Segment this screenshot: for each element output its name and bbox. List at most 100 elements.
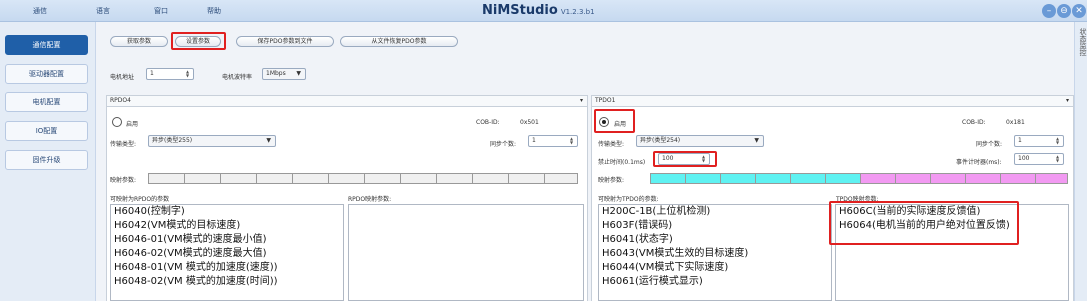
save-pdo-button[interactable]: 保存PDO参数到文件: [236, 36, 334, 47]
tpdo-transfer-label: 传输类型:: [598, 141, 625, 148]
rpdo-sync-spinner[interactable]: 1 ▲ ▼: [528, 135, 578, 147]
rpdo-mappable-label: 可映射为RPDO的参数: [110, 196, 170, 203]
app-title: NiMStudio V1.2.3.b1: [482, 3, 595, 18]
tpdo-sync-value: 1: [1018, 137, 1022, 144]
list-item[interactable]: H6048-02(VM 模式的加速度(时间)): [111, 275, 343, 289]
list-item[interactable]: H6044(VM模式下实际速度): [599, 261, 831, 275]
rpdo-title: RPDO4: [110, 97, 131, 104]
motor-baud-value: 1Mbps: [266, 70, 286, 77]
chevron-down-icon: ▼: [266, 137, 271, 144]
tpdo-event-spinner[interactable]: 100 ▲ ▼: [1014, 153, 1064, 165]
map-slot-filled: [931, 174, 966, 183]
list-item[interactable]: H6048-01(VM 模式的加速度(速度)): [111, 261, 343, 275]
rpdo-mapped-label: RPDO映射参数:: [348, 196, 392, 203]
map-slot: [365, 174, 401, 183]
rpdo-cob-value: 0x501: [520, 119, 539, 126]
rpdo-transfer-value: 异步(类型255): [152, 137, 193, 144]
tpdo-select[interactable]: TPDO1 ▾: [591, 95, 1074, 107]
rpdo-select[interactable]: RPDO4 ▾: [106, 95, 588, 107]
get-params-button[interactable]: 获取参数: [110, 36, 168, 47]
chevron-down-icon: ▾: [579, 97, 583, 104]
tpdo-transfer-value: 异步(类型254): [640, 137, 681, 144]
app-name: NiMStudio: [482, 3, 558, 18]
map-slot: [257, 174, 293, 183]
spin-arrows-icon[interactable]: ▲ ▼: [183, 70, 192, 78]
map-slot-filled: [686, 174, 721, 183]
highlight-tpdo-inhibit: [653, 151, 717, 167]
list-item[interactable]: H200C-1B(上位机检测): [599, 205, 831, 219]
rpdo-map-bar: [148, 173, 578, 184]
highlight-set-params: [171, 32, 226, 50]
sidebar-item-io-config[interactable]: IO配置: [5, 121, 88, 141]
motor-address-spinner[interactable]: 1 ▲ ▼: [146, 68, 194, 80]
map-slot: [329, 174, 365, 183]
map-slot-filled: [896, 174, 931, 183]
minimize-icon[interactable]: –: [1042, 4, 1056, 18]
title-bar: 通信 语言 窗口 帮助 NiMStudio V1.2.3.b1 – ⊖ ✕: [0, 0, 1087, 22]
spin-arrows-icon[interactable]: ▲ ▼: [1053, 155, 1062, 163]
chevron-down-icon: ▼: [296, 70, 301, 77]
restore-icon[interactable]: ⊖: [1057, 4, 1071, 18]
menu-communication[interactable]: 通信: [33, 6, 47, 16]
tpdo-cob-value: 0x181: [1006, 119, 1025, 126]
map-slot-filled: [651, 174, 686, 183]
restore-pdo-button[interactable]: 从文件恢复PDO参数: [340, 36, 458, 47]
app-version: V1.2.3.b1: [560, 8, 595, 16]
rpdo-enable-radio[interactable]: [112, 117, 122, 127]
menu-language[interactable]: 语言: [96, 6, 110, 16]
list-item[interactable]: H6042(VM模式的目标速度): [111, 219, 343, 233]
map-slot: [149, 174, 185, 183]
tpdo-event-label: 事件计时器(ms):: [956, 159, 1002, 166]
tpdo-map-bar: [650, 173, 1068, 184]
tpdo-transfer-select[interactable]: 异步(类型254) ▼: [636, 135, 764, 147]
list-item[interactable]: H6046-01(VM模式的速度最小值): [111, 233, 343, 247]
rpdo-transfer-label: 传输类型:: [110, 141, 137, 148]
spin-arrows-icon[interactable]: ▲ ▼: [1053, 137, 1062, 145]
rpdo-mapped-list[interactable]: [348, 204, 584, 301]
close-icon[interactable]: ✕: [1072, 4, 1086, 18]
map-slot-filled: [966, 174, 1001, 183]
chevron-down-icon: ▼: [754, 137, 759, 144]
tpdo-mappable-list[interactable]: H200C-1B(上位机检测) H603F(错误码) H6041(状态字) H6…: [598, 204, 832, 301]
map-slot-filled: [861, 174, 896, 183]
list-item[interactable]: H6041(状态字): [599, 233, 831, 247]
map-slot-filled: [1001, 174, 1036, 183]
highlight-tpdo-enable: [594, 109, 635, 133]
map-slot: [293, 174, 329, 183]
map-slot-filled: [721, 174, 756, 183]
rpdo-transfer-select[interactable]: 异步(类型255) ▼: [148, 135, 276, 147]
highlight-tpdo-mapped: [829, 201, 1019, 245]
motor-baud-select[interactable]: 1Mbps ▼: [262, 68, 306, 80]
menu-help[interactable]: 帮助: [207, 6, 221, 16]
sidebar-item-communication-config[interactable]: 通信配置: [5, 35, 88, 55]
status-monitor-label: 状态监控: [1079, 28, 1087, 56]
sidebar-item-driver-config[interactable]: 驱动器配置: [5, 64, 88, 84]
list-item[interactable]: H6061(运行模式显示): [599, 275, 831, 289]
map-slot-filled: [826, 174, 861, 183]
tpdo-mappable-label: 可映射为TPDO的参数:: [598, 196, 659, 203]
status-monitor-tab[interactable]: 状态监控: [1074, 22, 1087, 301]
list-item[interactable]: H6046-02(VM模式的速度最大值): [111, 247, 343, 261]
list-item[interactable]: H603F(错误码): [599, 219, 831, 233]
tpdo-sync-spinner[interactable]: 1 ▲ ▼: [1014, 135, 1064, 147]
motor-address-label: 电机地址: [110, 74, 135, 81]
map-slot: [473, 174, 509, 183]
tpdo-sync-label: 同步个数:: [976, 141, 1003, 148]
list-item[interactable]: H6043(VM模式生效的目标速度): [599, 247, 831, 261]
sidebar-item-firmware-upgrade[interactable]: 固件升级: [5, 150, 88, 170]
sidebar: 通信配置 驱动器配置 电机配置 IO配置 固件升级: [0, 22, 96, 301]
map-slot: [221, 174, 257, 183]
spin-arrows-icon[interactable]: ▲ ▼: [567, 137, 576, 145]
rpdo-map-label: 映射参数:: [110, 177, 137, 184]
tpdo-event-value: 100: [1018, 155, 1030, 162]
map-slot-filled: [791, 174, 826, 183]
rpdo-sync-label: 同步个数:: [490, 141, 517, 148]
tpdo-inhibit-label: 禁止时间(0.1ms): [598, 159, 646, 166]
sidebar-item-motor-config[interactable]: 电机配置: [5, 92, 88, 112]
rpdo-sync-value: 1: [532, 137, 536, 144]
map-slot: [401, 174, 437, 183]
menu-window[interactable]: 窗口: [154, 6, 168, 16]
tpdo-title: TPDO1: [595, 97, 616, 104]
rpdo-mappable-list[interactable]: H6040(控制字) H6042(VM模式的目标速度) H6046-01(VM模…: [110, 204, 344, 301]
list-item[interactable]: H6040(控制字): [111, 205, 343, 219]
